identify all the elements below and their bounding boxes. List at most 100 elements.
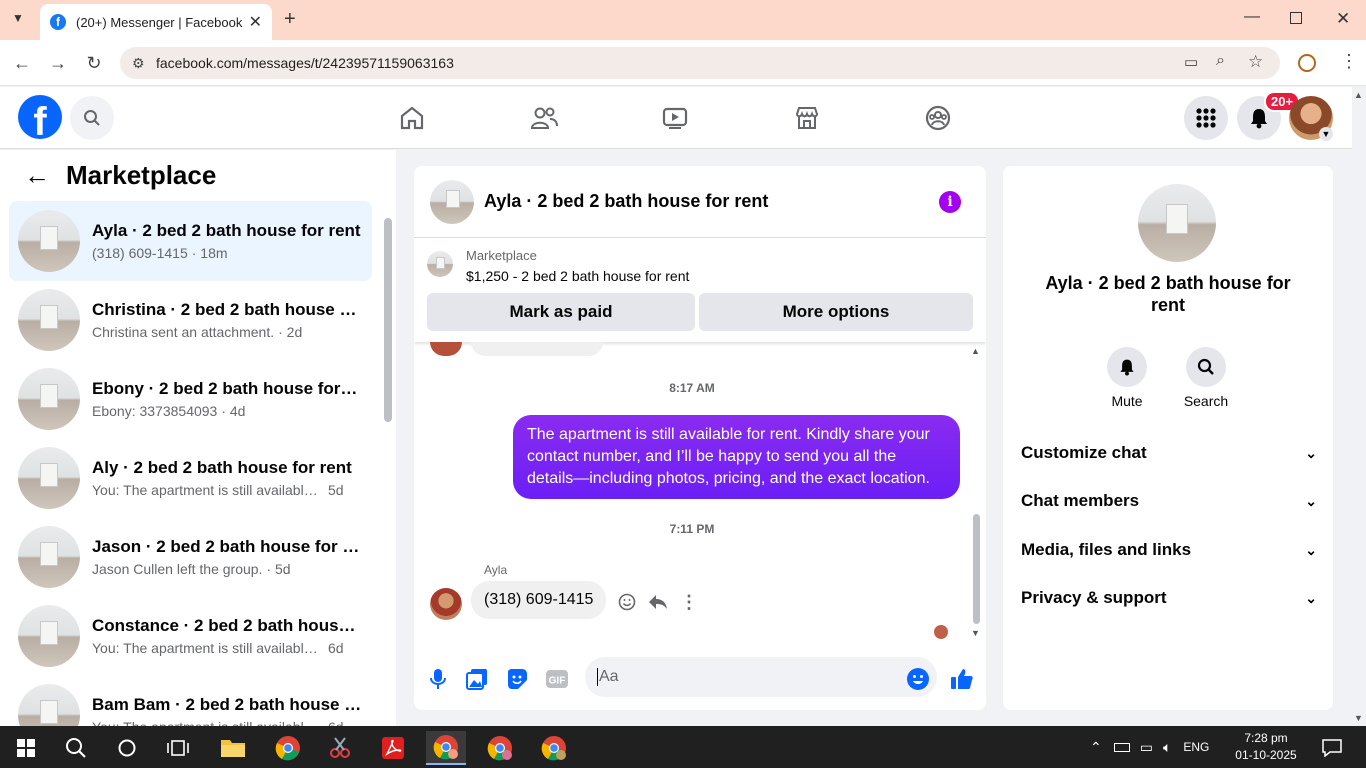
back-arrow-icon[interactable]: ←: [12, 53, 32, 74]
install-app-icon[interactable]: ▭: [1184, 53, 1198, 71]
notification-center-icon[interactable]: [1312, 731, 1352, 765]
restore-icon[interactable]: [1290, 12, 1302, 24]
emoji-icon[interactable]: [905, 666, 931, 692]
listing-thumbnail: [18, 447, 80, 509]
chrome-profile-icon[interactable]: [480, 731, 520, 765]
sidebar-scrollbar[interactable]: [384, 218, 392, 422]
message-input[interactable]: Aa: [585, 657, 937, 697]
like-thumbs-up-icon[interactable]: [949, 666, 975, 692]
privacy-support-section[interactable]: Privacy & support ⌄: [1021, 588, 1317, 608]
friends-icon: [530, 107, 558, 129]
menu-button[interactable]: [1184, 96, 1228, 140]
bookmark-star-icon[interactable]: ☆: [1248, 52, 1263, 72]
sidebar-title: Marketplace: [66, 160, 217, 190]
scroll-up-arrow-icon[interactable]: ▲: [971, 346, 980, 356]
taskbar-search-icon[interactable]: [56, 731, 96, 765]
zoom-icon[interactable]: ⌕: [1216, 52, 1225, 70]
site-info-icon[interactable]: ⚙: [132, 55, 145, 72]
customize-chat-section[interactable]: Customize chat ⌄: [1021, 443, 1317, 463]
chat-title[interactable]: Ayla · 2 bed 2 bath house for rent: [484, 191, 768, 212]
scroll-down-arrow-icon[interactable]: ▼: [971, 628, 980, 638]
chrome-profile-icon[interactable]: [534, 731, 574, 765]
clock-time: 7:28 pm: [1244, 731, 1288, 745]
network-icon[interactable]: ▭: [1140, 739, 1153, 756]
taskbar-clock[interactable]: 7:28 pm 01-10-2025: [1232, 730, 1300, 764]
conversation-item[interactable]: Christina · 2 bed 2 bath house fo... Chr…: [9, 280, 372, 360]
chat-header: Ayla · 2 bed 2 bath house for rent i: [414, 166, 986, 238]
nav-video[interactable]: [657, 101, 693, 135]
address-bar[interactable]: ⚙ facebook.com/messages/t/24239571159063…: [120, 47, 1280, 79]
outgoing-message[interactable]: The apartment is still available for ren…: [513, 415, 960, 499]
browser-menu-icon[interactable]: ⋮: [1340, 51, 1358, 72]
conversation-preview: Christina sent an attachment.: [92, 324, 275, 340]
tray-chevron-up-icon[interactable]: ⌃: [1090, 739, 1102, 756]
file-explorer-icon[interactable]: [213, 731, 253, 765]
read-receipt-avatar: [934, 625, 948, 639]
photo-icon[interactable]: [464, 666, 490, 692]
microphone-icon[interactable]: [425, 666, 451, 692]
marketplace-listing-card: Marketplace $1,250 - 2 bed 2 bath house …: [414, 238, 986, 342]
mute-button[interactable]: Mute: [1097, 347, 1157, 409]
chevron-down-icon: ⌄: [1305, 492, 1317, 509]
conversation-item[interactable]: Ayla · 2 bed 2 bath house for rent (318)…: [9, 201, 372, 281]
search-button[interactable]: Search: [1176, 347, 1236, 409]
media-files-links-section[interactable]: Media, files and links ⌄: [1021, 540, 1317, 560]
chat-scrollbar[interactable]: [973, 514, 980, 624]
conversation-item[interactable]: Ebony · 2 bed 2 bath house for r... Ebon…: [9, 359, 372, 439]
nav-friends[interactable]: [526, 101, 562, 135]
incoming-message[interactable]: (318) 609-1415: [471, 581, 607, 619]
chrome-icon[interactable]: [268, 731, 308, 765]
facebook-search-button[interactable]: [70, 96, 114, 140]
start-windows-icon[interactable]: [6, 731, 46, 765]
page-scroll-up-icon[interactable]: ▲: [1354, 90, 1363, 100]
reply-icon[interactable]: [647, 591, 669, 613]
sender-name: Ayla: [484, 563, 508, 577]
chat-members-section[interactable]: Chat members ⌄: [1021, 491, 1317, 511]
more-actions-icon[interactable]: ⋮: [678, 591, 700, 613]
back-arrow-icon[interactable]: ←: [24, 160, 50, 191]
tab-list-chevron-icon[interactable]: ▼: [12, 11, 24, 25]
nav-home[interactable]: [394, 101, 430, 135]
sender-avatar[interactable]: [430, 588, 462, 620]
reload-icon[interactable]: ↻: [84, 53, 104, 74]
minimize-icon[interactable]: —: [1244, 8, 1260, 26]
listing-thumbnail: [18, 210, 80, 272]
react-emoji-icon[interactable]: [616, 591, 638, 613]
window-close-icon[interactable]: ✕: [1336, 9, 1350, 29]
snipping-tool-icon[interactable]: [320, 731, 360, 765]
volume-icon[interactable]: 🔈︎: [1163, 739, 1171, 756]
chrome-profile-icon[interactable]: [426, 731, 466, 765]
more-options-button[interactable]: More options: [699, 293, 973, 331]
info-icon[interactable]: i: [939, 191, 961, 213]
mute-label: Mute: [1111, 393, 1143, 409]
conversation-time: 6d: [328, 640, 344, 656]
url-text: facebook.com/messages/t/2423957115906316…: [156, 55, 454, 71]
account-chevron-icon[interactable]: ▼: [1319, 127, 1333, 141]
conversation-item[interactable]: Aly · 2 bed 2 bath house for rent You: T…: [9, 438, 372, 518]
acrobat-icon[interactable]: [373, 731, 413, 765]
browser-tab[interactable]: f (20+) Messenger | Facebook ✕: [40, 4, 272, 40]
sidebar-header: ← Marketplace: [24, 160, 216, 191]
new-tab-plus-icon[interactable]: +: [284, 8, 296, 31]
nav-groups[interactable]: [920, 101, 956, 135]
conversation-name: Constance · 2 bed 2 bath house ...: [92, 616, 362, 635]
task-view-icon[interactable]: [158, 731, 198, 765]
conversation-item[interactable]: Jason · 2 bed 2 bath house for re... Jas…: [9, 517, 372, 597]
gif-icon[interactable]: GIF: [544, 666, 570, 692]
tab-close-icon[interactable]: ✕: [249, 12, 262, 32]
cortana-icon[interactable]: [107, 731, 147, 765]
language-indicator[interactable]: ENG: [1183, 740, 1209, 754]
listing-price[interactable]: $1,250 - 2 bed 2 bath house for rent: [466, 268, 689, 284]
sticker-icon[interactable]: [504, 666, 530, 692]
battery-icon[interactable]: [1113, 742, 1130, 752]
nav-marketplace[interactable]: [789, 101, 825, 135]
conversation-item[interactable]: Constance · 2 bed 2 bath house ... You: …: [9, 596, 372, 676]
chat-thumbnail[interactable]: [430, 179, 474, 224]
profile-icon[interactable]: [1298, 54, 1316, 72]
mark-as-paid-button[interactable]: Mark as paid: [427, 293, 695, 331]
facebook-favicon-icon: f: [50, 14, 66, 30]
page-scroll-down-icon[interactable]: ▼: [1354, 713, 1363, 723]
conversation-name: Aly · 2 bed 2 bath house for rent: [92, 458, 352, 477]
facebook-logo-icon[interactable]: f: [18, 95, 62, 139]
forward-arrow-icon[interactable]: →: [48, 53, 68, 74]
